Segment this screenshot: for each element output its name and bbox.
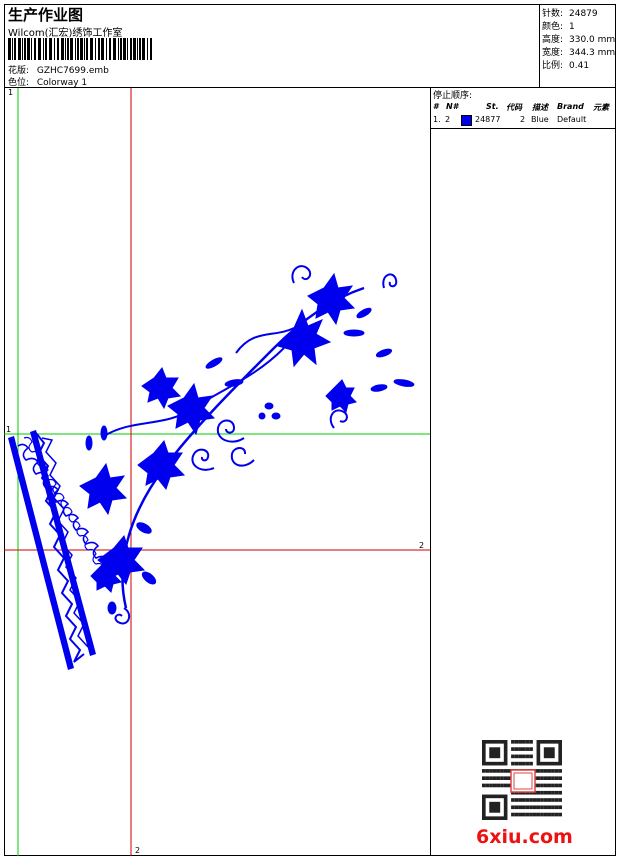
embroidery-preview	[4, 88, 430, 856]
stat-height: 高度: 330.0 mm	[542, 35, 616, 45]
header: 生产作业图 Wilcom(汇宏)绣饰工作室 花版: GZHC7699.emb 色…	[4, 4, 616, 88]
barcode	[8, 38, 152, 60]
stat-width: 宽度: 344.3 mm	[542, 48, 616, 58]
guide-label-v2: 2	[135, 846, 141, 855]
studio-name: Wilcom(汇宏)绣饰工作室	[8, 28, 123, 39]
col-needle: N#	[446, 102, 459, 111]
col-description: 描述	[532, 103, 548, 112]
row-num: 1.	[433, 115, 441, 124]
design-stats: 针数: 24879 颜色: 1 高度: 330.0 mm 宽度: 344.3 mm 比例…	[540, 4, 616, 87]
colorway-value: Colorway 1	[36, 78, 88, 88]
header-info: 生产作业图 Wilcom(汇宏)绣饰工作室 花版: GZHC7699.emb 色…	[4, 4, 540, 88]
watermark-text: 6xiu.com	[476, 826, 573, 848]
embroidery-design	[8, 265, 398, 670]
row-needle: 2	[445, 115, 451, 124]
guide-label-h1: 1	[6, 425, 12, 434]
embroidery-flowers	[79, 272, 415, 615]
row-stitches: 24877	[475, 115, 501, 124]
qr-code-icon	[482, 740, 562, 820]
stat-stitches: 针数: 24879	[542, 9, 598, 19]
page-title: 生产作业图	[8, 6, 84, 24]
colorway-label: 色位:	[8, 78, 30, 88]
color-swatch	[461, 115, 472, 126]
col-num: #	[433, 102, 439, 111]
table-row: 1. 2 24877 2 Blue Default	[431, 115, 616, 129]
stat-scale: 比例: 0.41	[542, 61, 590, 71]
row-code: 2	[520, 115, 526, 124]
row-description: Blue	[531, 115, 549, 124]
col-element: 元素	[593, 103, 609, 112]
stat-colors: 颜色: 1	[542, 22, 575, 32]
stop-sequence-header: # N# St. 代码 描述 Brand 元素	[431, 102, 616, 114]
col-brand: Brand	[557, 102, 584, 111]
design-canvas: 1 1 2 2	[4, 88, 431, 856]
row-brand: Default	[557, 115, 587, 124]
guide-label-h2: 2	[419, 541, 425, 550]
col-stitches: St.	[486, 102, 499, 111]
col-code: 代码	[506, 103, 522, 112]
guide-label-v1: 1	[8, 88, 14, 97]
stop-sequence-title: 停止顺序:	[433, 91, 473, 101]
colorway-row: 色位: Colorway 1	[8, 75, 87, 88]
